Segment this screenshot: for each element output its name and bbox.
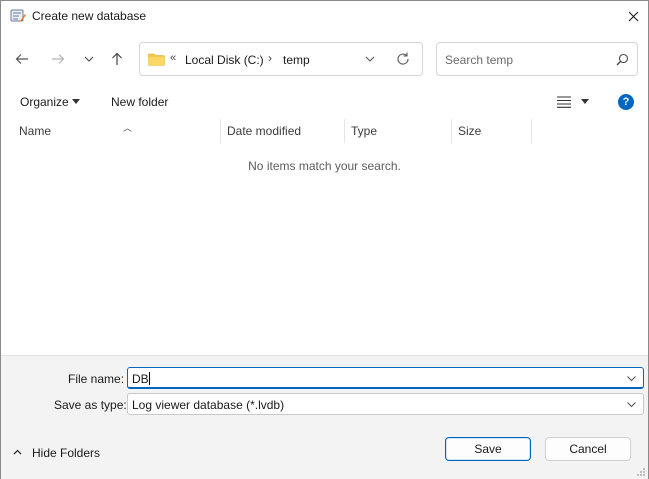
title-bar: Create new database bbox=[1, 1, 648, 32]
chevron-down-icon bbox=[84, 56, 94, 62]
column-name-label: Name bbox=[19, 124, 52, 138]
up-button[interactable] bbox=[105, 47, 129, 71]
address-dropdown-icon[interactable] bbox=[363, 52, 377, 66]
sort-ascending-icon: ︿ bbox=[123, 123, 133, 133]
save-dialog: Create new database « Local Disk (C:) › … bbox=[0, 0, 649, 479]
close-button[interactable] bbox=[618, 1, 648, 32]
save-type-value: Log viewer database (*.lvdb) bbox=[132, 398, 285, 412]
chevron-down-icon[interactable] bbox=[626, 399, 637, 410]
file-name-label: File name: bbox=[68, 372, 125, 386]
file-name-input[interactable]: DB bbox=[132, 372, 150, 386]
file-name-field[interactable]: DB bbox=[127, 367, 644, 389]
address-overflow[interactable]: « bbox=[170, 52, 176, 64]
column-name[interactable]: Name ︿ bbox=[13, 119, 221, 143]
chevron-up-icon[interactable] bbox=[13, 449, 22, 455]
window-title: Create new database bbox=[32, 9, 147, 23]
resize-grip-icon[interactable] bbox=[636, 467, 646, 477]
breadcrumb-local-disk[interactable]: Local Disk (C:) bbox=[185, 53, 264, 67]
new-folder-button[interactable]: New folder bbox=[111, 95, 168, 109]
empty-list-message: No items match your search. bbox=[248, 159, 401, 173]
save-type-select[interactable]: Log viewer database (*.lvdb) bbox=[127, 393, 644, 415]
column-type[interactable]: Type bbox=[345, 119, 452, 143]
forward-arrow-icon bbox=[52, 54, 65, 64]
address-bar[interactable]: « Local Disk (C:) › temp bbox=[139, 42, 423, 76]
column-date-modified[interactable]: Date modified bbox=[221, 119, 345, 143]
close-icon bbox=[628, 11, 638, 22]
folder-icon bbox=[148, 53, 165, 66]
caret-down-icon[interactable] bbox=[72, 99, 80, 104]
back-arrow-icon bbox=[15, 54, 28, 64]
help-button[interactable]: ? bbox=[618, 94, 634, 110]
database-edit-icon bbox=[10, 9, 26, 22]
breadcrumb-separator[interactable]: › bbox=[268, 51, 272, 65]
command-bar: Organize New folder ? bbox=[1, 87, 648, 117]
save-type-label: Save as type: bbox=[54, 398, 127, 412]
refresh-icon[interactable] bbox=[395, 51, 411, 67]
recent-locations-button[interactable] bbox=[77, 47, 101, 71]
view-options-icon[interactable] bbox=[557, 96, 571, 108]
search-box[interactable]: Search temp bbox=[436, 42, 638, 76]
file-list[interactable]: No items match your search. bbox=[1, 143, 648, 355]
up-arrow-icon bbox=[112, 52, 122, 65]
column-header-row: Name ︿ Date modified Type Size bbox=[1, 119, 648, 143]
navigation-bar: « Local Disk (C:) › temp Search temp bbox=[1, 35, 648, 83]
search-input[interactable]: Search temp bbox=[445, 53, 513, 67]
forward-button[interactable] bbox=[46, 47, 70, 71]
cancel-button[interactable]: Cancel bbox=[545, 437, 631, 461]
hide-folders-button[interactable]: Hide Folders bbox=[32, 446, 100, 460]
column-size[interactable]: Size bbox=[452, 119, 532, 143]
save-button[interactable]: Save bbox=[445, 437, 531, 461]
search-icon bbox=[616, 53, 629, 66]
save-options-panel: File name: DB Save as type: Log viewer d… bbox=[1, 355, 648, 479]
chevron-down-icon[interactable] bbox=[626, 373, 637, 384]
organize-button[interactable]: Organize bbox=[20, 95, 69, 109]
breadcrumb-temp[interactable]: temp bbox=[283, 53, 310, 67]
back-button[interactable] bbox=[10, 47, 34, 71]
caret-down-icon[interactable] bbox=[581, 99, 589, 104]
